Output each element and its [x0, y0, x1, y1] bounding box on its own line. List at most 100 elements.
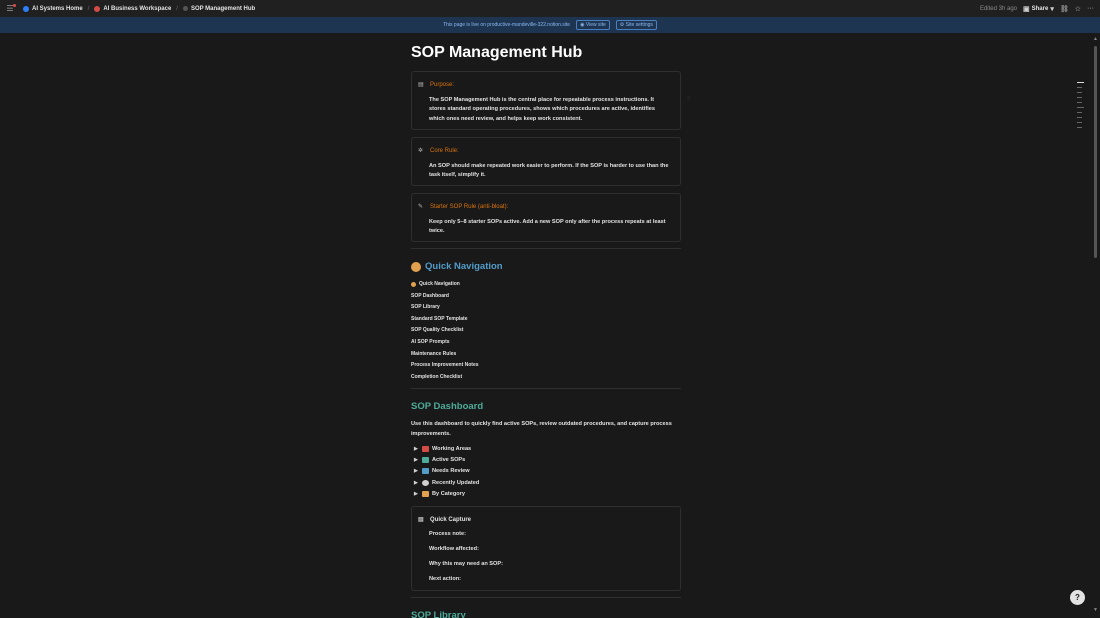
toggle-needs-review[interactable]: ▶ Needs Review — [414, 466, 479, 477]
top-actions: Edited 3h ago ▣ Share ▾ ⛓ ☆ ··· — [980, 5, 1094, 13]
nav-link-ai-sop-prompts[interactable]: AI SOP Prompts — [411, 337, 479, 349]
outline-line[interactable] — [1077, 87, 1082, 88]
heading-sop-dashboard: SOP Dashboard — [411, 401, 484, 412]
help-label: ? — [1075, 593, 1080, 602]
callout-heading: ▤ Purpose: — [418, 81, 454, 89]
notepad-icon: ▤ — [418, 517, 424, 523]
edited-timestamp: Edited 3h ago — [979, 5, 1017, 12]
nav-link-process-improvement-notes[interactable]: Process Improvement Notes — [411, 360, 479, 372]
capture-item-process-note[interactable]: Process note: — [429, 531, 466, 537]
nav-link-maintenance-rules[interactable]: Maintenance Rules — [411, 349, 479, 361]
view-site-button[interactable]: ◉ View site — [576, 20, 610, 30]
nav-link-sop-dashboard[interactable]: SOP Dashboard — [411, 291, 479, 303]
folder-icon — [422, 491, 429, 498]
capture-item-next-action[interactable]: Next action: — [429, 576, 461, 582]
divider — [411, 388, 681, 389]
divider — [411, 597, 681, 598]
more-icon[interactable]: ··· — [1087, 5, 1094, 12]
breadcrumb-item-workspace[interactable]: AI Business Workspace — [92, 5, 173, 12]
scrollbar[interactable]: ▲ ▼ — [1093, 36, 1098, 613]
link-icon[interactable]: ⛓ — [1060, 5, 1069, 13]
toggle-working-areas[interactable]: ▶ Working Areas — [414, 443, 479, 454]
callout-heading: ✎ Starter SOP Rule (anti-bloat): — [418, 203, 509, 211]
heading-quick-navigation: Quick Navigation — [411, 261, 503, 272]
toggle-recently-updated[interactable]: ▶ Recently Updated — [414, 477, 479, 488]
site-settings-button[interactable]: ⚙ Site settings — [615, 20, 657, 30]
heading-label: Quick Navigation — [425, 261, 503, 272]
pin-icon — [422, 445, 429, 452]
clock-icon — [422, 479, 429, 486]
breadcrumb: AI Systems Home / AI Business Workspace … — [21, 5, 257, 12]
dashboard-description: Use this dashboard to quickly find activ… — [411, 421, 672, 437]
blue-circle-icon — [23, 5, 29, 12]
triangle-right-icon[interactable]: ▶ — [414, 480, 422, 486]
compass-icon — [411, 261, 421, 272]
compass-icon — [411, 282, 416, 288]
outline-line[interactable] — [1077, 112, 1082, 113]
page-content: SOP Management Hub ▤ Purpose: The SOP Ma… — [411, 33, 681, 618]
toggle-label: Active SOPs — [432, 457, 466, 464]
outline-line[interactable] — [1077, 117, 1082, 118]
toggle-label: Needs Review — [432, 468, 470, 475]
breadcrumb-label: AI Systems Home — [32, 5, 83, 12]
callout-starter-rule[interactable]: ✎ Starter SOP Rule (anti-bloat): Keep on… — [411, 193, 681, 242]
triangle-right-icon[interactable]: ▶ — [414, 468, 422, 474]
toggle-label: By Category — [432, 491, 465, 498]
quick-nav-list: Quick Navigation SOP Dashboard SOP Libra… — [411, 279, 479, 383]
dashboard-toggles: ▶ Working Areas ▶ Active SOPs ▶ Needs Revie… — [414, 443, 479, 500]
capture-item-why-sop[interactable]: Why this may need an SOP: — [429, 561, 503, 567]
divider — [411, 248, 681, 249]
triangle-right-icon[interactable]: ▶ — [414, 457, 422, 463]
site-live-banner: This page is live on productive-mandevil… — [0, 17, 1100, 33]
chevron-down-icon: ▾ — [1050, 5, 1054, 13]
scrollbar-thumb[interactable] — [1094, 46, 1097, 258]
page-title: SOP Management Hub — [411, 44, 583, 61]
outline-line[interactable] — [1077, 107, 1084, 108]
help-button[interactable]: ? — [1070, 590, 1085, 605]
callout-body: The SOP Management Hub is the central pl… — [429, 97, 655, 122]
callout-heading-label: Starter SOP Rule (anti-bloat): — [430, 203, 509, 210]
toggle-label: Working Areas — [432, 445, 472, 452]
sidebar-toggle-icon[interactable]: ☰ — [5, 3, 16, 14]
outline-line[interactable] — [1077, 82, 1084, 83]
callout-heading: ▤ Quick Capture — [418, 516, 472, 524]
capture-item-workflow[interactable]: Workflow affected: — [429, 546, 479, 552]
outline-line[interactable] — [1077, 92, 1082, 93]
star-icon[interactable]: ☆ — [1075, 5, 1081, 13]
outline-line[interactable] — [1077, 102, 1082, 103]
page-outline[interactable] — [1077, 82, 1084, 128]
outline-line[interactable] — [1077, 122, 1082, 123]
nav-link-standard-sop-template[interactable]: Standard SOP Template — [411, 314, 479, 326]
triangle-right-icon[interactable]: ▶ — [414, 491, 422, 497]
check-icon — [422, 457, 429, 464]
callout-heading: ✲ Core Rule: — [418, 147, 459, 155]
callout-core-rule[interactable]: ✲ Core Rule: An SOP should make repeated… — [411, 137, 681, 186]
breadcrumb-item-home[interactable]: AI Systems Home — [21, 5, 85, 12]
pencil-icon: ✎ — [418, 204, 424, 210]
callout-body: Keep only 5–8 starter SOPs active. Add a… — [429, 219, 666, 235]
site-settings-label: Site settings — [625, 22, 653, 28]
outline-line[interactable] — [1077, 97, 1082, 98]
share-button[interactable]: ▣ Share ▾ — [1023, 5, 1054, 13]
callout-quick-capture[interactable]: ▤ Quick Capture Process note: Workflow a… — [411, 506, 681, 591]
nav-link-completion-checklist[interactable]: Completion Checklist — [411, 372, 479, 384]
scroll-up-icon[interactable]: ▲ — [1093, 36, 1098, 42]
toggle-by-category[interactable]: ▶ By Category — [414, 489, 479, 500]
lock-icon: ▣ — [1023, 5, 1030, 13]
breadcrumb-label: AI Business Workspace — [103, 5, 172, 12]
nav-link-sop-library[interactable]: SOP Library — [411, 302, 479, 314]
banner-text: This page is live on productive-mandevil… — [443, 22, 571, 28]
comment-icon[interactable]: ◌ — [687, 96, 691, 102]
nav-link-quick-navigation[interactable]: Quick Navigation — [411, 279, 479, 291]
red-circle-icon — [94, 5, 101, 12]
breadcrumb-item-current[interactable]: SOP Management Hub — [181, 6, 257, 12]
nav-link-sop-quality-checklist[interactable]: SOP Quality Checklist — [411, 325, 479, 337]
callout-heading-label: Quick Capture — [430, 516, 472, 523]
share-label: Share — [1031, 5, 1049, 12]
triangle-right-icon[interactable]: ▶ — [414, 446, 422, 452]
outline-line[interactable] — [1077, 127, 1082, 128]
scroll-down-icon[interactable]: ▼ — [1093, 607, 1098, 613]
toggle-active-sops[interactable]: ▶ Active SOPs — [414, 454, 479, 465]
notification-dot — [13, 3, 16, 7]
callout-purpose[interactable]: ▤ Purpose: The SOP Management Hub is the… — [411, 71, 681, 130]
